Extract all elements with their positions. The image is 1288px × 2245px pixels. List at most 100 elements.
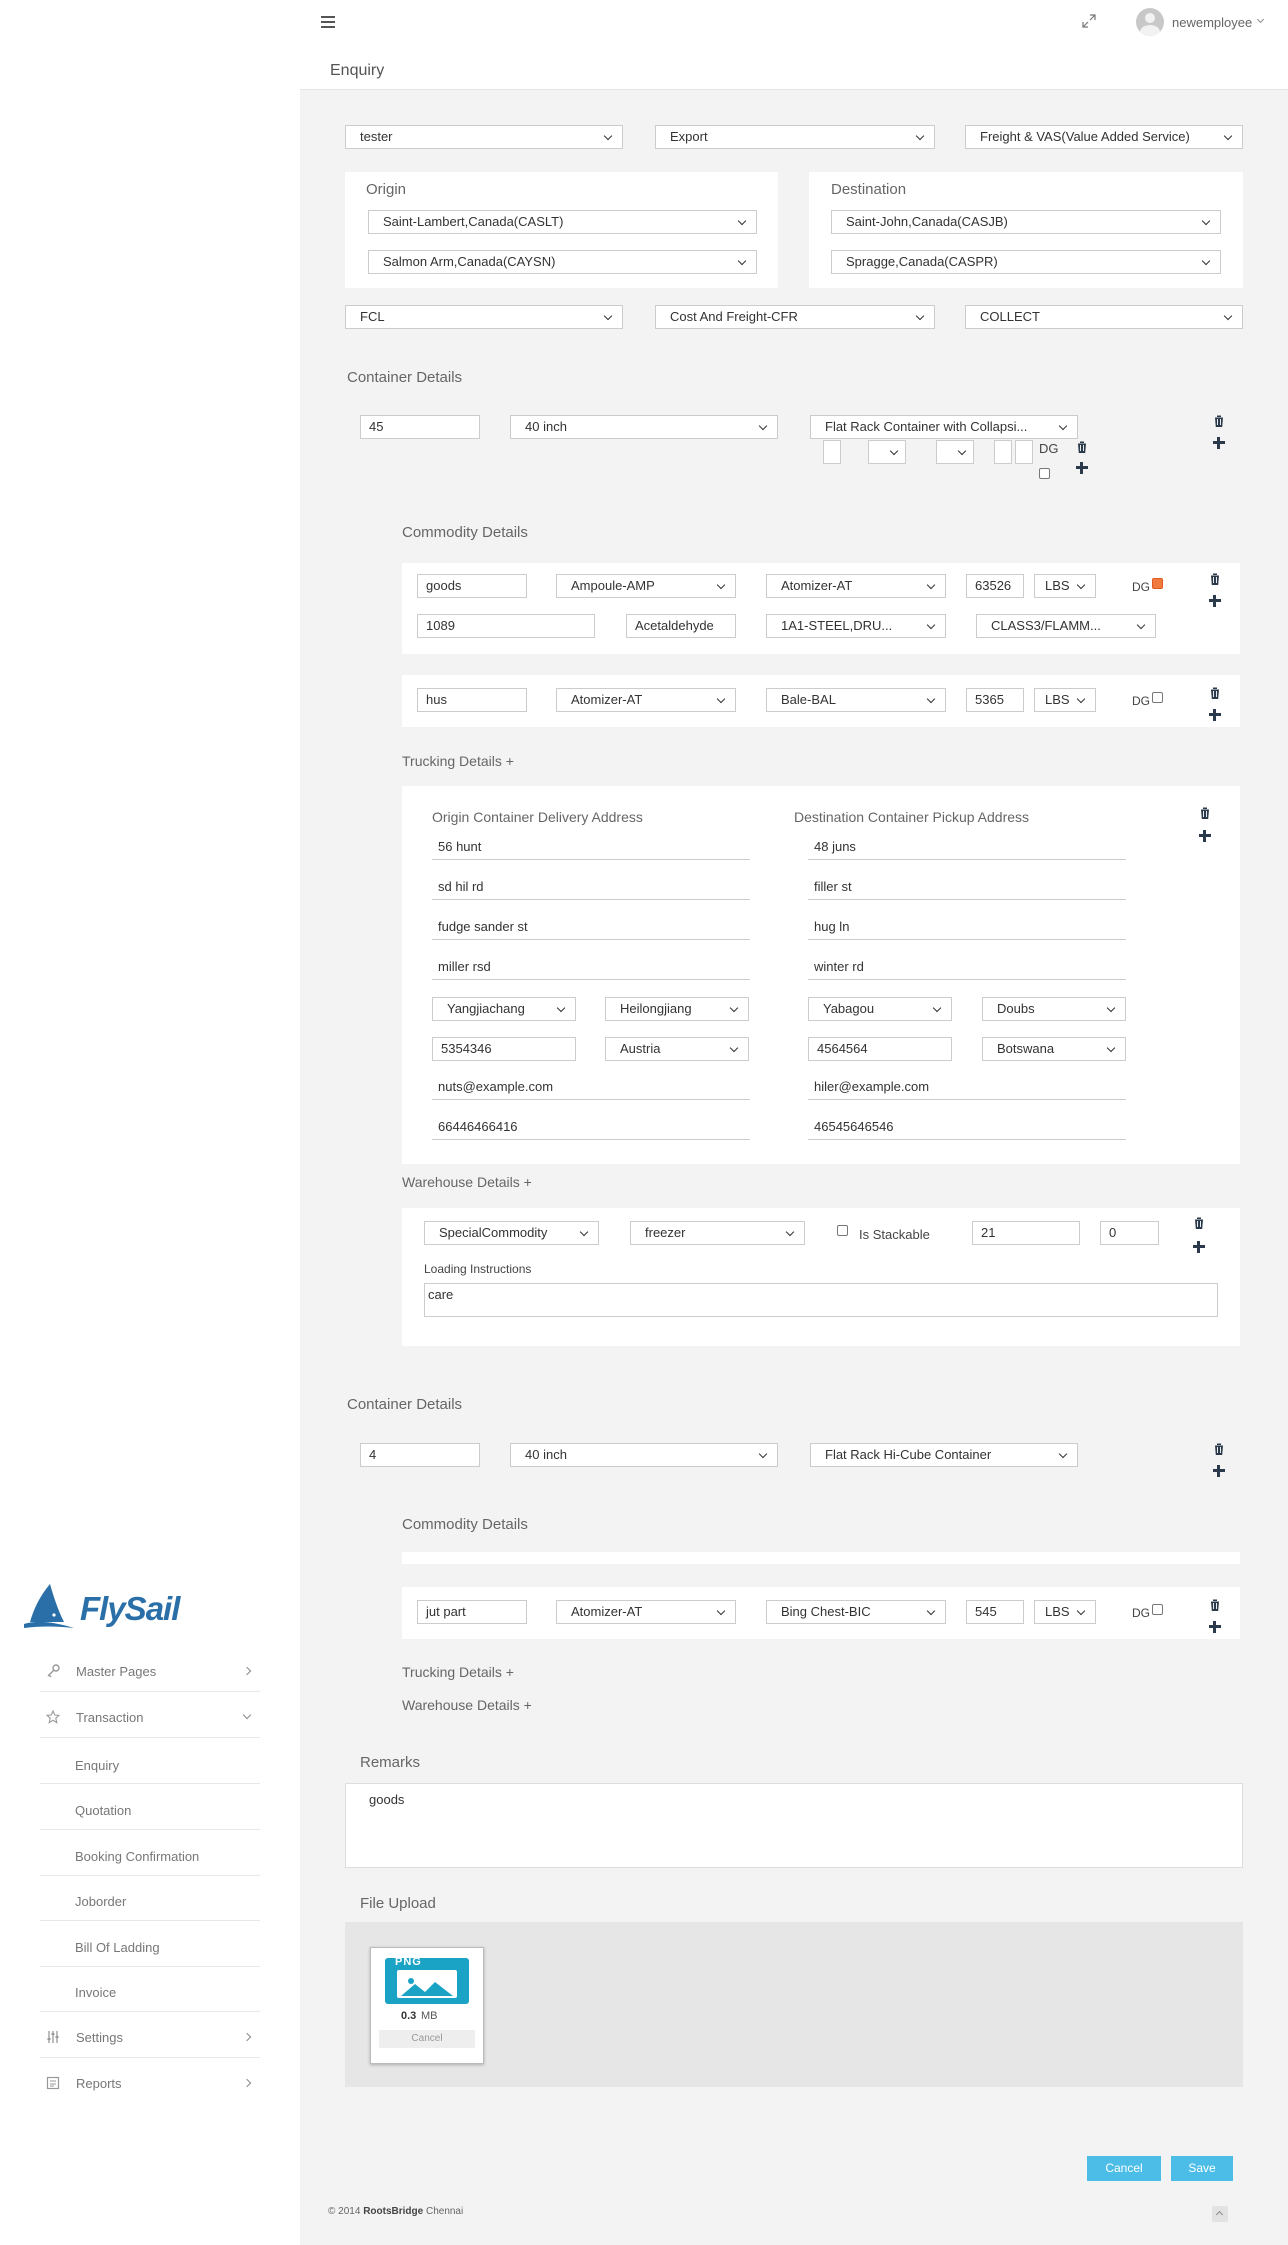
warehouse-field-input[interactable]: 21 [972, 1221, 1080, 1245]
commodity-name-input[interactable]: goods [417, 574, 527, 598]
dest-address-line3[interactable]: hug ln [808, 916, 1126, 940]
warehouse-details-link[interactable]: Warehouse Details + [402, 1697, 532, 1713]
commodity-name-input[interactable]: hus [417, 688, 527, 712]
dest-phone-input[interactable]: 46545646546 [808, 1116, 1126, 1140]
origin-address-line3[interactable]: fudge sander st [432, 916, 750, 940]
sidebar-item-reports[interactable]: Reports [40, 2072, 260, 2096]
origin-city-select[interactable]: Yangjiachang [432, 997, 576, 1021]
container-size-select[interactable]: 40 inch [510, 415, 778, 439]
warehouse-details-link[interactable]: Warehouse Details + [402, 1174, 532, 1190]
dest-zip-input[interactable]: 4564564 [808, 1037, 952, 1061]
destination-port-select-2[interactable]: Spragge,Canada(CASPR) [831, 250, 1221, 274]
warehouse-field-input-2[interactable]: 0 [1100, 1221, 1159, 1245]
sidebar-item-master-pages[interactable]: Master Pages [40, 1660, 260, 1684]
dg-checkbox[interactable] [1152, 692, 1163, 703]
origin-country-select[interactable]: Austria [605, 1037, 749, 1061]
warehouse-commodity-select[interactable]: SpecialCommodity [424, 1221, 599, 1245]
incoterm-select[interactable]: Cost And Freight-CFR [655, 305, 935, 329]
trash-icon[interactable] [1212, 414, 1226, 428]
sidebar-item-booking-confirmation[interactable]: Booking Confirmation [75, 1849, 199, 1864]
weight-unit-select[interactable]: LBS [1034, 688, 1096, 712]
file-cancel-button[interactable]: Cancel [379, 2030, 475, 2048]
container-type-select[interactable]: Flat Rack Container with Collapsi... [810, 415, 1078, 439]
dim-input[interactable] [823, 440, 841, 464]
origin-port-select-2[interactable]: Salmon Arm,Canada(CAYSN) [368, 250, 757, 274]
container-qty-input[interactable]: 45 [360, 415, 480, 439]
add-commodity-icon[interactable] [1208, 594, 1222, 608]
weight-input[interactable]: 5365 [966, 688, 1024, 712]
dim-input-2[interactable] [994, 440, 1012, 464]
weight-input[interactable]: 545 [966, 1600, 1024, 1624]
add-container-icon[interactable] [1212, 436, 1226, 450]
hamburger-menu-icon[interactable] [321, 16, 335, 28]
flysail-logo[interactable]: FlySail [24, 1582, 184, 1634]
sidebar-item-invoice[interactable]: Invoice [75, 1985, 116, 2000]
load-type-select[interactable]: FCL [345, 305, 623, 329]
origin-email-input[interactable]: nuts@example.com [432, 1076, 750, 1100]
fullscreen-icon[interactable] [1082, 14, 1096, 28]
service-select[interactable]: Freight & VAS(Value Added Service) [965, 125, 1243, 149]
add-warehouse-icon[interactable] [1192, 1240, 1206, 1254]
storage-type-select[interactable]: freezer [630, 1221, 805, 1245]
dest-city-select[interactable]: Yabagou [808, 997, 952, 1021]
cancel-button[interactable]: Cancel [1087, 2156, 1161, 2181]
remarks-textarea[interactable]: goods [345, 1783, 1243, 1868]
sidebar-item-transaction[interactable]: Transaction [40, 1706, 260, 1730]
trash-icon[interactable] [1208, 572, 1222, 586]
origin-address-line4[interactable]: miller rsd [432, 956, 750, 980]
customer-select[interactable]: tester [345, 125, 623, 149]
origin-address-line2[interactable]: sd hil rd [432, 876, 750, 900]
trash-icon[interactable] [1192, 1216, 1206, 1230]
user-menu[interactable]: newemployee [1136, 8, 1276, 36]
origin-phone-input[interactable]: 66446466416 [432, 1116, 750, 1140]
un-number-input[interactable]: 1089 [417, 614, 595, 638]
origin-state-select[interactable]: Heilongjiang [605, 997, 749, 1021]
dest-country-select[interactable]: Botswana [982, 1037, 1126, 1061]
trade-type-select[interactable]: Export [655, 125, 935, 149]
origin-port-select[interactable]: Saint-Lambert,Canada(CASLT) [368, 210, 757, 234]
destination-port-select[interactable]: Saint-John,Canada(CASJB) [831, 210, 1221, 234]
package-select-2[interactable]: Atomizer-AT [766, 574, 946, 598]
container-size-select[interactable]: 40 inch [510, 1443, 778, 1467]
packing-group-select[interactable]: 1A1-STEEL,DRU... [766, 614, 946, 638]
trash-icon[interactable] [1075, 440, 1089, 454]
stackable-checkbox[interactable] [837, 1225, 848, 1236]
dim-unit-select-2[interactable] [936, 440, 974, 464]
package-select[interactable]: Atomizer-AT [556, 688, 736, 712]
dest-address-line4[interactable]: winter rd [808, 956, 1126, 980]
save-button[interactable]: Save [1171, 2156, 1233, 2181]
dg-checkbox-checked[interactable] [1152, 578, 1163, 589]
trash-icon[interactable] [1208, 686, 1222, 700]
trucking-details-link[interactable]: Trucking Details + [402, 1664, 514, 1680]
loading-instructions-textarea[interactable]: care [424, 1283, 1218, 1317]
trash-icon[interactable] [1212, 1442, 1226, 1456]
add-commodity-icon[interactable] [1208, 708, 1222, 722]
container-type-select[interactable]: Flat Rack Hi-Cube Container [810, 1443, 1078, 1467]
package-select-2[interactable]: Bale-BAL [766, 688, 946, 712]
sidebar-item-settings[interactable]: Settings [40, 2026, 260, 2050]
hazard-class-select[interactable]: CLASS3/FLAMM... [976, 614, 1156, 638]
trucking-details-link[interactable]: Trucking Details + [402, 753, 514, 769]
package-select[interactable]: Ampoule-AMP [556, 574, 736, 598]
package-select[interactable]: Atomizer-AT [556, 1600, 736, 1624]
payment-select[interactable]: COLLECT [965, 305, 1243, 329]
dest-address-line1[interactable]: 48 juns [808, 836, 1126, 860]
add-dimension-icon[interactable] [1075, 461, 1089, 475]
dest-address-line2[interactable]: filler st [808, 876, 1126, 900]
add-trucking-icon[interactable] [1198, 829, 1212, 843]
package-select-2[interactable]: Bing Chest-BIC [766, 1600, 946, 1624]
dim-unit-select[interactable] [868, 440, 906, 464]
dg-checkbox[interactable] [1039, 468, 1050, 479]
trash-icon[interactable] [1208, 1598, 1222, 1612]
dest-state-select[interactable]: Doubs [982, 997, 1126, 1021]
weight-unit-select[interactable]: LBS [1034, 574, 1096, 598]
origin-zip-input[interactable]: 5354346 [432, 1037, 576, 1061]
add-commodity-icon[interactable] [1208, 1620, 1222, 1634]
sidebar-item-joborder[interactable]: Joborder [75, 1894, 126, 1909]
weight-input[interactable]: 63526 [966, 574, 1024, 598]
scroll-top-button[interactable] [1212, 2206, 1228, 2222]
dest-email-input[interactable]: hiler@example.com [808, 1076, 1126, 1100]
container-qty-input[interactable]: 4 [360, 1443, 480, 1467]
sidebar-item-quotation[interactable]: Quotation [75, 1803, 131, 1818]
sidebar-item-bill-of-ladding[interactable]: Bill Of Ladding [75, 1940, 160, 1955]
